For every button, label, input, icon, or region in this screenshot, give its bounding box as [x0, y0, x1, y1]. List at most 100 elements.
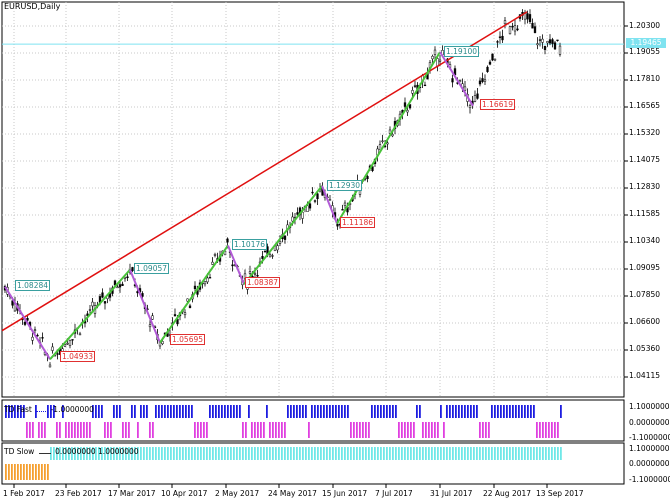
td-fast-bar-up: [179, 405, 181, 418]
trading-terminal-window: { "chart": { "symbol_label": "EURUSD,Dai…: [0, 0, 670, 502]
td-fast-bar-up: [296, 405, 298, 418]
candle-body: [63, 344, 67, 347]
candle-body: [403, 102, 407, 107]
td-slow-name: TD Slow: [4, 447, 35, 456]
td-fast-bar-up: [182, 405, 184, 418]
candle-body: [533, 26, 537, 33]
candle-body: [543, 46, 547, 50]
td-fast-bar-down: [128, 422, 130, 438]
td-slow-bar-up: [149, 447, 151, 460]
candle-body: [203, 281, 207, 285]
td-fast-bar-down: [428, 422, 430, 438]
candle-body: [406, 110, 409, 113]
td-fast-bar-up: [455, 405, 457, 418]
td-fast-bar-up: [161, 405, 163, 418]
td-fast-bar-down: [26, 422, 28, 438]
td-slow-bar-up: [146, 447, 148, 460]
td-slow-bar-down: [29, 464, 31, 480]
td-fast-bar-up: [155, 405, 157, 418]
td-fast-bar-up: [323, 405, 325, 418]
td-slow-bar-up: [170, 447, 172, 460]
td-slow-bar-up: [296, 447, 298, 460]
candle-body: [516, 28, 519, 31]
candle-body: [481, 78, 484, 82]
td-slow-bar-up: [209, 447, 211, 460]
td-fast-bar-up: [119, 405, 121, 418]
candle-body: [91, 301, 94, 307]
td-fast-bar-down: [137, 422, 139, 438]
td-fast-bar-up: [461, 405, 463, 418]
td-slow-bar-up: [308, 447, 310, 460]
td-fast-bar-down: [32, 422, 34, 438]
td-slow-bar-up: [167, 447, 169, 460]
td-slow-bar-up: [392, 447, 394, 460]
candle-body: [308, 203, 312, 209]
candle-body: [511, 25, 514, 28]
down-swing-line: [321, 185, 338, 224]
td-fast-value: -1.0000000: [50, 405, 94, 414]
td-fast-bar-up: [449, 405, 451, 418]
candle-body: [256, 275, 259, 277]
td-fast-bar-down: [275, 422, 277, 438]
td-fast-bar-up: [521, 405, 523, 418]
td-fast-bar-up: [305, 405, 307, 418]
td-slow-bar-up: [377, 447, 379, 460]
swing-high-label: 1.12930: [327, 180, 363, 191]
td-slow-bar-up: [269, 447, 271, 460]
td-fast-bar-up: [530, 405, 532, 418]
down-swing-line: [439, 51, 474, 107]
td-slow-bar-up: [317, 447, 319, 460]
candle-body: [408, 104, 412, 109]
td-fast-bar-up: [293, 405, 295, 418]
date-tick: 31 Jul 2017: [430, 489, 473, 498]
candle-body: [431, 55, 434, 60]
td-slow-bar-up: [206, 447, 208, 460]
candle-body: [173, 314, 177, 317]
td-fast-bar-up: [377, 405, 379, 418]
td-fast-bar-down: [86, 422, 88, 438]
candle-body: [546, 41, 549, 44]
candle-body: [538, 39, 542, 41]
candle-body: [268, 254, 272, 257]
td-fast-bar-down: [89, 422, 91, 438]
td-fast-bar-down: [425, 422, 427, 438]
td-slow-bar-up: [533, 447, 535, 460]
td-slow-bar-up: [281, 447, 283, 460]
candle-body: [341, 209, 344, 211]
td-fast-bar-down: [269, 422, 271, 438]
td-slow-bar-down: [38, 464, 40, 480]
td-slow-bar-up: [482, 447, 484, 460]
td-slow-bar-up: [449, 447, 451, 460]
swing-high-label: 1.19100: [444, 46, 480, 57]
td-fast-bar-up: [416, 405, 418, 418]
td-slow-bar-up: [332, 447, 334, 460]
td-slow-bar-up: [551, 447, 553, 460]
chart-canvas[interactable]: [0, 0, 670, 502]
td-fast-bar-down: [65, 422, 67, 438]
td-slow-bar-up: [341, 447, 343, 460]
td-fast-axis-tick: 0.0000000: [629, 418, 670, 427]
td-slow-bar-up: [314, 447, 316, 460]
td-fast-bar-down: [350, 422, 352, 438]
candle-body: [468, 105, 472, 109]
candle-body: [451, 78, 454, 83]
swing-high-label: 1.08284: [15, 280, 51, 291]
td-fast-bar-down: [434, 422, 436, 438]
candle-body: [541, 38, 544, 43]
td-fast-bar-down: [125, 422, 127, 438]
td-fast-bar-up: [188, 405, 190, 418]
candle-body: [531, 22, 534, 29]
td-slow-bar-up: [422, 447, 424, 460]
td-fast-bar-down: [479, 422, 481, 438]
td-slow-bar-up: [425, 447, 427, 460]
td-fast-bar-down: [368, 422, 370, 438]
candle-body: [473, 95, 477, 102]
candle-body: [328, 199, 332, 201]
td-slow-bar-up: [560, 447, 562, 460]
candle-body: [208, 277, 212, 279]
td-slow-bar-up: [356, 447, 358, 460]
td-slow-values: 0.0000000 1.0000000: [55, 447, 139, 456]
td-slow-bar-up: [287, 447, 289, 460]
td-slow-bar-up: [428, 447, 430, 460]
candle-body: [551, 39, 554, 44]
